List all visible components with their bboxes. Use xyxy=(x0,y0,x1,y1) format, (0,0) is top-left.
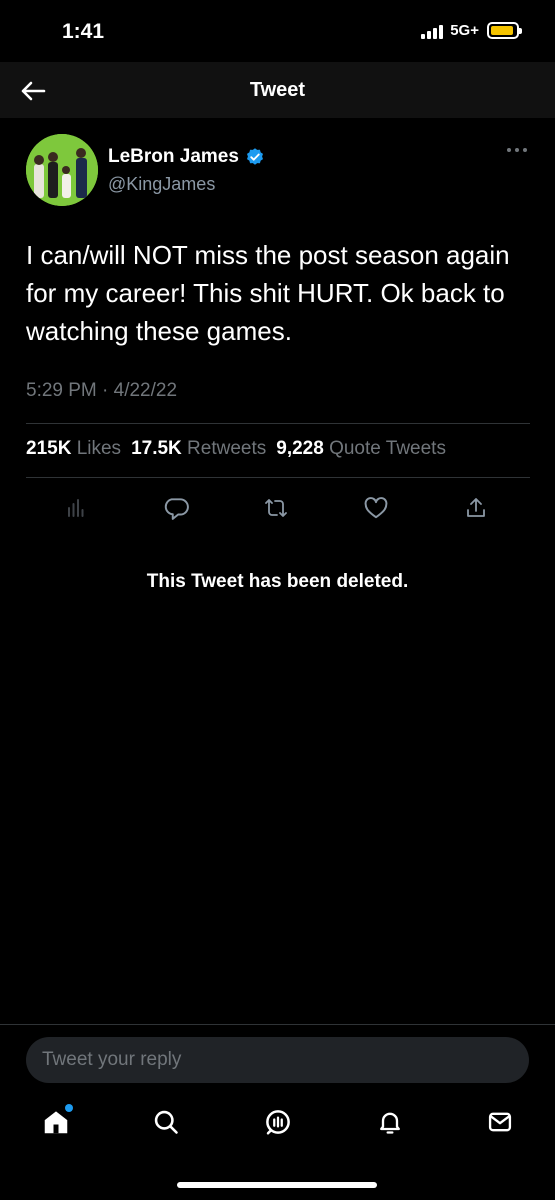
notification-dot xyxy=(65,1104,73,1112)
tab-notifications[interactable] xyxy=(370,1102,410,1142)
spaces-icon xyxy=(266,1110,290,1135)
network-type: 5G+ xyxy=(450,22,479,39)
retweet-icon[interactable] xyxy=(258,490,294,526)
deleted-tweet-notice: This Tweet has been deleted. xyxy=(146,571,409,592)
quotes-stat[interactable]: 9,228 Quote Tweets xyxy=(276,438,446,460)
signal-icon xyxy=(421,23,444,39)
messages-icon xyxy=(488,1112,512,1132)
top-nav: Tweet xyxy=(0,62,555,118)
divider xyxy=(26,423,530,424)
notifications-icon xyxy=(380,1112,400,1134)
more-options-icon[interactable] xyxy=(507,148,527,152)
tweet-author[interactable]: LeBron James @KingJames xyxy=(108,146,265,195)
status-time: 1:41 xyxy=(62,20,105,43)
analytics-icon[interactable] xyxy=(58,490,94,526)
author-name: LeBron James xyxy=(108,146,239,167)
search-icon xyxy=(154,1110,178,1134)
tab-messages[interactable] xyxy=(480,1102,520,1142)
like-icon[interactable] xyxy=(358,490,394,526)
battery-icon xyxy=(487,22,522,39)
quotes-count: 9,228 xyxy=(276,438,324,459)
tweet-timestamp[interactable]: 5:29 PM · 4/22/22 xyxy=(26,380,177,402)
likes-count: 215K xyxy=(26,438,72,459)
avatar[interactable] xyxy=(26,134,98,206)
likes-stat[interactable]: 215K Likes xyxy=(26,438,121,460)
retweets-count: 17.5K xyxy=(131,438,182,459)
likes-label: Likes xyxy=(76,438,122,459)
quotes-label: Quote Tweets xyxy=(329,438,446,459)
tab-search[interactable] xyxy=(146,1102,186,1142)
tweet-stats: 215K Likes 17.5K Retweets 9,228 Quote Tw… xyxy=(26,438,446,460)
status-bar: 1:41 5G+ xyxy=(0,0,555,62)
tab-home[interactable] xyxy=(36,1102,76,1142)
tweet-actions xyxy=(0,490,555,526)
retweets-label: Retweets xyxy=(187,438,267,459)
home-indicator xyxy=(177,1182,377,1188)
reply-input[interactable] xyxy=(26,1037,529,1083)
verified-badge-icon xyxy=(246,148,263,165)
share-icon[interactable] xyxy=(458,490,494,526)
tweet-text: I can/will NOT miss the post season agai… xyxy=(26,240,510,346)
bottom-tab-bar xyxy=(0,1082,555,1162)
page-title: Tweet xyxy=(249,79,306,101)
status-indicators: 5G+ xyxy=(421,22,522,39)
retweets-stat[interactable]: 17.5K Retweets xyxy=(131,438,266,460)
divider xyxy=(26,477,530,478)
tab-spaces[interactable] xyxy=(258,1102,298,1142)
author-handle: @KingJames xyxy=(108,174,216,194)
reply-icon[interactable] xyxy=(158,490,194,526)
